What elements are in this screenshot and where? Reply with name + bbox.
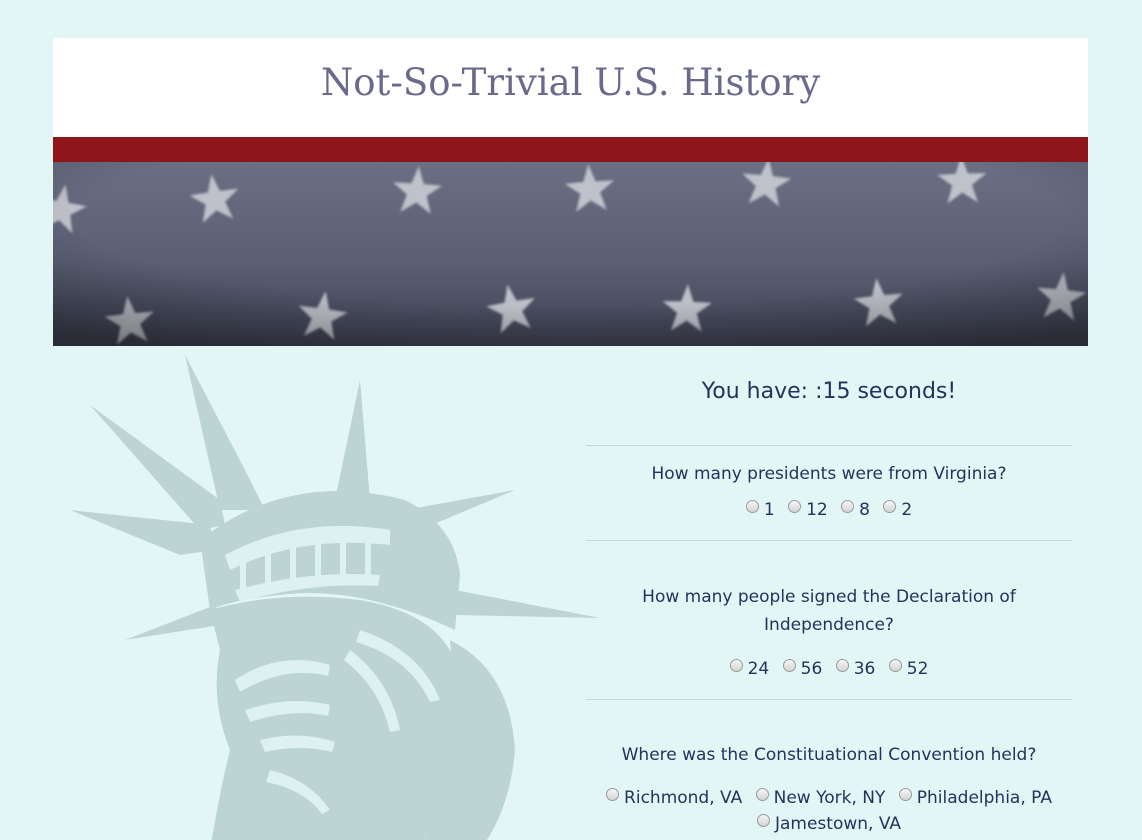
countdown-timer: You have: :15 seconds! bbox=[701, 379, 957, 404]
option-label: 12 bbox=[806, 500, 828, 520]
statue-of-liberty-icon bbox=[60, 350, 620, 840]
answer-option[interactable]: 24 bbox=[729, 655, 770, 683]
radio-button[interactable] bbox=[755, 788, 769, 801]
answer-option[interactable]: 12 bbox=[788, 496, 828, 524]
question-2-options: 24 56 36 52 bbox=[586, 655, 1072, 683]
radio-button[interactable] bbox=[745, 500, 759, 513]
option-label: 8 bbox=[859, 500, 870, 520]
question-1-options: 1 12 8 2 bbox=[586, 496, 1072, 524]
divider bbox=[586, 699, 1072, 700]
answer-option[interactable]: Richmond, VA bbox=[606, 785, 742, 811]
radio-button[interactable] bbox=[782, 659, 796, 672]
answer-option[interactable]: Jamestown, VA bbox=[756, 811, 902, 837]
site-header: Not-So-Trivial U.S. History bbox=[53, 38, 1088, 137]
radio-button[interactable] bbox=[898, 788, 912, 801]
option-label: 2 bbox=[901, 500, 913, 520]
answer-option[interactable]: 56 bbox=[782, 655, 823, 683]
answer-option[interactable]: 52 bbox=[888, 655, 929, 683]
radio-button[interactable] bbox=[606, 788, 620, 801]
radio-button[interactable] bbox=[756, 814, 770, 827]
radio-button[interactable] bbox=[729, 659, 743, 672]
option-label: 24 bbox=[747, 659, 770, 679]
answer-option[interactable]: New York, NY bbox=[755, 785, 886, 811]
answer-option[interactable]: 1 bbox=[745, 496, 775, 524]
option-label: Jamestown, VA bbox=[774, 814, 902, 834]
page: Not-So-Trivial U.S. History You have::1… bbox=[0, 0, 1142, 840]
answer-option[interactable]: 2 bbox=[883, 496, 912, 524]
answer-option[interactable]: 8 bbox=[841, 496, 870, 524]
question-2-text: How many people signed the Declaration o… bbox=[642, 587, 1016, 635]
answer-option[interactable]: 36 bbox=[835, 655, 876, 683]
red-stripe bbox=[53, 137, 1088, 162]
divider bbox=[586, 540, 1072, 541]
question-3-options: Richmond, VA New York, NY Philadelphia, … bbox=[586, 785, 1072, 837]
question-3-text: Where was the Constituational Convention… bbox=[621, 745, 1037, 765]
option-label: New York, NY bbox=[773, 788, 886, 808]
radio-button[interactable] bbox=[835, 659, 849, 672]
option-label: 56 bbox=[800, 659, 823, 679]
radio-button[interactable] bbox=[883, 500, 897, 513]
page-title: Not-So-Trivial U.S. History bbox=[320, 61, 821, 104]
divider bbox=[586, 445, 1072, 446]
radio-button[interactable] bbox=[841, 500, 855, 513]
option-label: Philadelphia, PA bbox=[916, 788, 1052, 808]
option-label: 36 bbox=[853, 659, 876, 679]
flag-stars-banner bbox=[53, 162, 1088, 346]
quiz-panel: You have: :15 seconds! How many presiden… bbox=[586, 350, 1072, 837]
question-1-text: How many presidents were from Virginia? bbox=[651, 464, 1007, 484]
option-label: Richmond, VA bbox=[624, 788, 743, 808]
radio-button[interactable] bbox=[788, 500, 802, 513]
star-field-icon bbox=[53, 162, 1088, 346]
answer-option[interactable]: Philadelphia, PA bbox=[898, 785, 1052, 811]
radio-button[interactable] bbox=[888, 659, 902, 672]
option-label: 1 bbox=[763, 500, 775, 520]
option-label: 52 bbox=[906, 659, 929, 679]
